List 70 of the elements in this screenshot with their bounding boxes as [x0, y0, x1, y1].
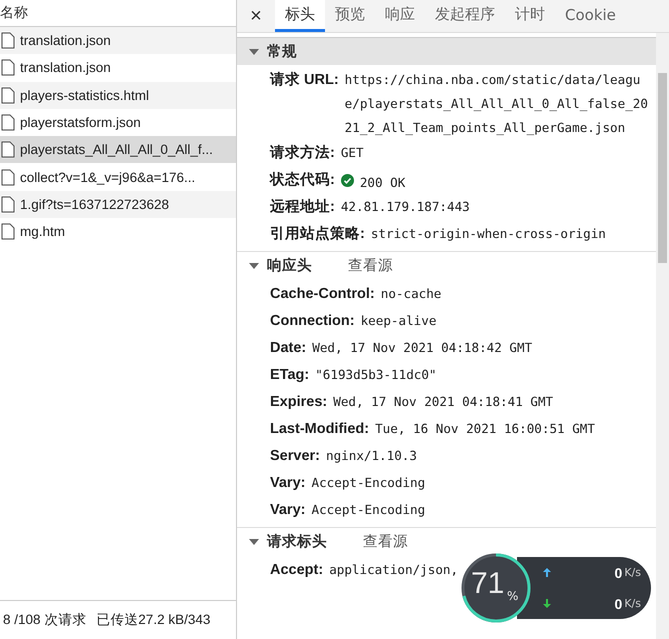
header-value: "6193d5b3-11dc0" — [315, 366, 437, 384]
request-row[interactable]: collect?v=1&_v=j96&a=176... — [0, 163, 236, 191]
header-value: nginx/1.10.3 — [326, 447, 417, 465]
header-value: Wed, 17 Nov 2021 04:18:41 GMT — [333, 393, 554, 411]
header-value: 200 OK — [360, 174, 406, 192]
header-name: Expires: — [270, 393, 328, 412]
request-row[interactable]: mg.htm — [0, 218, 236, 246]
request-count: 8 /108 次请求 — [3, 611, 86, 629]
header-name: 状态代码: — [270, 170, 335, 190]
header-name: Date: — [270, 339, 306, 358]
section-title[interactable]: 请求标头 — [267, 532, 327, 551]
header-value: no-cache — [380, 285, 442, 303]
header-value: https://china.nba.com/static/data/league/playerstats_All_All_All_0_All_false_2021_2_All_Team_points_All_perGame.json — [344, 71, 648, 137]
triangle-icon[interactable] — [249, 48, 259, 56]
check-circle-icon — [340, 174, 354, 187]
file-icon — [1, 86, 15, 104]
file-icon — [1, 32, 15, 50]
request-row[interactable]: playerstats_All_All_All_0_All_f... — [0, 136, 236, 164]
header-name: Vary: — [270, 501, 306, 520]
tab[interactable]: 预览 — [325, 0, 375, 32]
column-header[interactable]: 名称 — [0, 4, 28, 22]
header-name: 请求 URL: — [270, 70, 339, 90]
header-value: Accept-Encoding — [311, 474, 426, 492]
request-row[interactable]: translation.json — [0, 54, 236, 82]
header-value: strict-origin-when-cross-origin — [370, 225, 606, 243]
tab[interactable]: Cookie — [555, 0, 626, 32]
upload-arrow-icon — [543, 568, 551, 577]
section-title[interactable]: 响应头 — [267, 256, 312, 275]
header-value: keep-alive — [360, 312, 436, 330]
download-unit: K/s — [624, 597, 641, 610]
request-row[interactable]: translation.json — [0, 27, 236, 54]
header-name: 远程地址: — [270, 198, 335, 217]
tab[interactable]: 响应 — [375, 0, 425, 32]
header-name: Last-Modified: — [270, 420, 370, 439]
header-name: Cache-Control: — [270, 285, 375, 304]
percent-unit: % — [507, 589, 518, 603]
file-icon — [1, 141, 15, 158]
request-row[interactable]: 1.gif?ts=1637122723628 — [0, 190, 236, 218]
section-title[interactable]: 常规 — [267, 42, 297, 61]
cpu-percent: 71 — [471, 567, 504, 601]
scrollbar-thumb[interactable] — [658, 73, 667, 263]
header-value: Accept-Encoding — [311, 501, 426, 519]
header-name: ETag: — [270, 366, 310, 385]
header-value: Tue, 16 Nov 2021 16:00:51 GMT — [375, 420, 595, 438]
header-name: Server: — [270, 447, 320, 466]
header-name: 引用站点策略: — [270, 224, 365, 244]
header-value: application/json, — [329, 561, 458, 579]
upload-speed: 0 — [614, 564, 622, 580]
file-icon — [1, 196, 15, 213]
tab[interactable]: 标头 — [275, 0, 325, 32]
view-source-link[interactable]: 查看源 — [363, 532, 408, 551]
header-name: Accept: — [270, 561, 324, 580]
transferred-size: 已传送27.2 kB/343 — [96, 611, 210, 629]
download-arrow-icon — [543, 599, 551, 608]
close-button[interactable]: × — [237, 0, 275, 32]
request-row[interactable]: playerstatsform.json — [0, 108, 236, 136]
header-name: Connection: — [270, 312, 355, 331]
header-value: GET — [340, 144, 364, 162]
request-row[interactable]: players-statistics.html — [0, 82, 236, 109]
header-name: 请求方法: — [270, 143, 335, 163]
triangle-icon[interactable] — [249, 262, 259, 270]
upload-unit: K/s — [624, 566, 641, 579]
triangle-icon[interactable] — [249, 538, 259, 546]
view-source-link[interactable]: 查看源 — [348, 256, 393, 275]
tab[interactable]: 计时 — [505, 0, 555, 32]
download-speed: 0 — [614, 596, 622, 612]
tab[interactable]: 发起程序 — [425, 0, 505, 32]
header-value: Wed, 17 Nov 2021 04:18:42 GMT — [312, 339, 532, 357]
header-value: 42.81.179.187:443 — [340, 198, 470, 216]
header-name: Vary: — [270, 474, 306, 493]
